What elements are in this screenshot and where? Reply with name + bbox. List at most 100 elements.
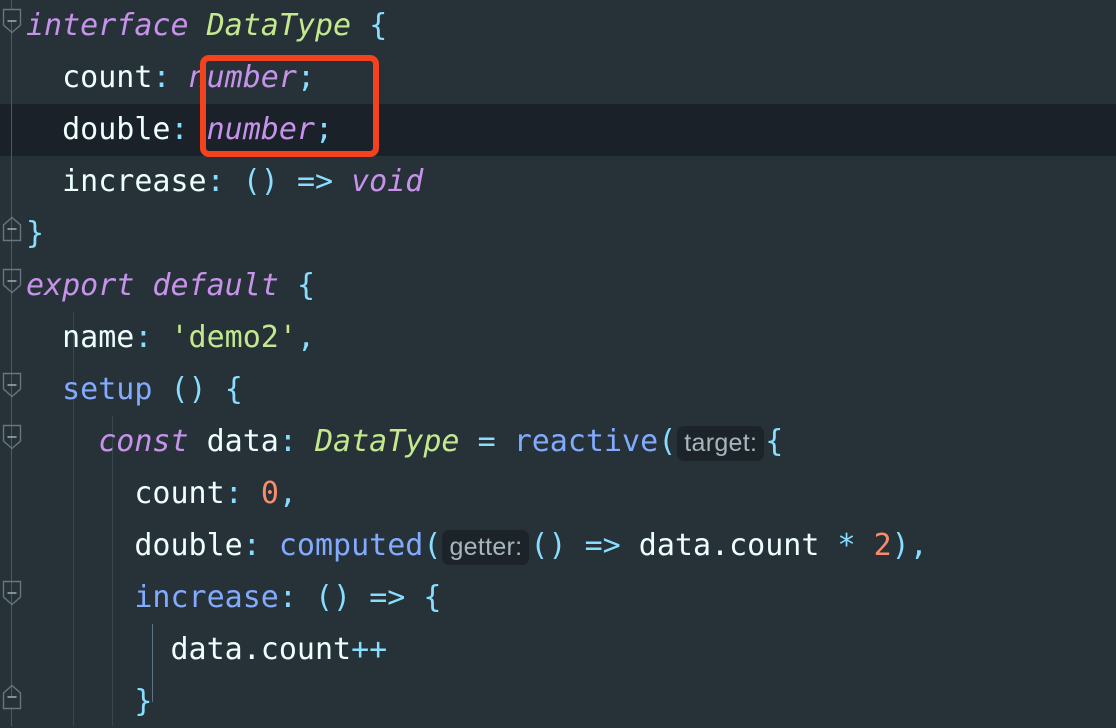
code-token: ; xyxy=(296,60,315,95)
code-token: double xyxy=(134,528,243,563)
code-token: { xyxy=(224,372,243,407)
code-token: DataType xyxy=(206,8,352,43)
fold-start-icon[interactable] xyxy=(2,580,22,606)
code-token: : xyxy=(206,164,225,199)
code-token: () xyxy=(315,580,352,615)
code-token: () xyxy=(242,164,279,199)
code-line[interactable]: export default { xyxy=(26,260,315,312)
fold-end-icon[interactable] xyxy=(2,684,22,710)
code-line[interactable]: count: 0, xyxy=(26,468,297,520)
code-token: { xyxy=(369,8,388,43)
code-token: data.count xyxy=(638,528,820,563)
code-token: => xyxy=(369,580,406,615)
code-token: 'demo2' xyxy=(170,320,297,355)
inlay-parameter-hint[interactable]: getter: xyxy=(442,530,530,565)
code-line[interactable]: name: 'demo2', xyxy=(26,312,315,364)
code-line[interactable]: const data: DataType = reactive(target:{ xyxy=(26,416,783,468)
code-token: ( xyxy=(658,424,677,459)
code-token: increase xyxy=(62,164,207,199)
code-token: : xyxy=(170,112,189,147)
code-token: data.count xyxy=(170,632,352,667)
code-token: const xyxy=(98,424,189,459)
code-token: { xyxy=(296,268,315,303)
code-token: => xyxy=(584,528,621,563)
code-line[interactable]: } xyxy=(26,676,152,728)
code-token: data xyxy=(206,424,279,459)
code-token: DataType xyxy=(315,424,460,459)
code-token: double xyxy=(62,112,171,147)
code-token: : xyxy=(224,476,243,511)
code-editor[interactable]: interface DataType { count: number; doub… xyxy=(0,0,1116,726)
fold-spine-bottom xyxy=(11,708,12,726)
fold-start-icon[interactable] xyxy=(2,372,22,398)
code-token: : xyxy=(152,60,171,95)
code-token: ++ xyxy=(351,632,388,667)
code-token: number xyxy=(188,60,297,95)
code-line[interactable]: data.count++ xyxy=(26,624,388,676)
code-line[interactable]: double: number; xyxy=(26,104,333,156)
fold-start-icon[interactable] xyxy=(2,424,22,450)
code-line[interactable]: count: number; xyxy=(26,52,315,104)
fold-start-icon[interactable] xyxy=(2,268,22,294)
code-token: increase xyxy=(134,580,279,615)
code-token: : xyxy=(242,528,261,563)
code-token: number xyxy=(206,112,315,147)
code-token: () xyxy=(170,372,207,407)
code-token: : xyxy=(134,320,153,355)
code-line[interactable]: increase: () => { xyxy=(26,572,441,624)
code-token: { xyxy=(765,424,784,459)
inlay-parameter-hint[interactable]: target: xyxy=(677,426,765,461)
fold-end-icon[interactable] xyxy=(2,216,22,242)
code-token: 0 xyxy=(260,476,279,511)
code-token: } xyxy=(26,216,45,251)
code-token: name xyxy=(62,320,135,355)
code-token: export default xyxy=(26,268,279,303)
code-token: : xyxy=(278,424,297,459)
code-line[interactable]: increase: () => void xyxy=(26,156,423,208)
code-token: , xyxy=(278,476,297,511)
code-line[interactable]: setup () { xyxy=(26,364,243,416)
code-token: 2 xyxy=(873,528,892,563)
code-token: ( xyxy=(423,528,442,563)
fold-start-icon[interactable] xyxy=(2,8,22,34)
code-line[interactable]: double: computed(getter:() => data.count… xyxy=(26,520,928,572)
code-token: => xyxy=(296,164,334,199)
code-token: ; xyxy=(315,112,334,147)
code-token: : xyxy=(278,580,297,615)
code-token: void xyxy=(351,164,424,199)
code-line[interactable]: } xyxy=(26,208,44,260)
code-token: = xyxy=(477,424,496,459)
code-token: count xyxy=(62,60,153,95)
code-token: interface xyxy=(26,8,189,43)
code-line[interactable]: interface DataType { xyxy=(26,0,387,52)
